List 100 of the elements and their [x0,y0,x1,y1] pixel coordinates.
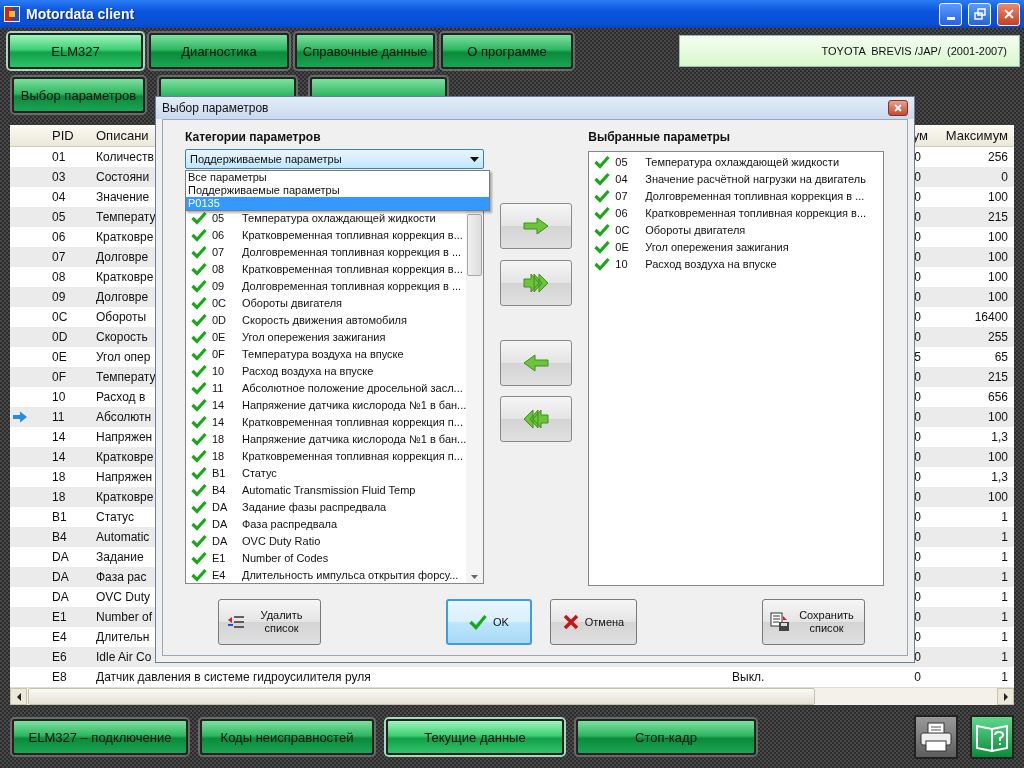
table-cell-text: 0 [914,150,922,164]
section-label: Категории параметров [185,130,322,146]
table-cell-text: 0 [914,590,922,604]
table-cell: 1 [1001,550,1008,564]
table-cell: Обороты [96,310,147,324]
table-cell-text: 0 [914,330,922,344]
table-cell: 1 [1001,590,1008,604]
table-cell-text: 0 [914,390,922,404]
table-cell: 0E [52,350,67,364]
table-cell: Кратковре [96,490,154,504]
table-cell: 1 [1001,650,1008,664]
vehicle-label: TOYOTA BREVIS /JAP/ (2001-2007) [679,35,1020,67]
table-cell: DA [52,590,69,604]
table-cell: 100 [987,410,1008,424]
table-cell-text: 0 [914,170,922,184]
table-cell: 215 [987,210,1008,224]
table-cell: Долговре [96,250,149,264]
table-cell-text: 0 [914,550,922,564]
table-cell: Напряжен [96,470,153,484]
table-cell: Угол опер [96,350,151,364]
table-cell: 1,3 [991,470,1008,484]
table-cell: Температу [96,210,156,224]
table-cell: Кратковре [96,450,154,464]
table-cell: Выкл. [732,670,765,684]
table-cell-text: 0 [914,290,922,304]
table-cell: 0D [52,330,68,344]
table-cell: 255 [987,330,1008,344]
table-cell: DA [52,570,69,584]
table-cell: 1 [1001,670,1008,684]
table-cell: 1 [1001,570,1008,584]
table-cell-text: 0 [914,670,922,684]
table-cell: 07 [52,250,66,264]
table-cell: 11 [52,410,65,424]
table-cell: E6 [52,650,67,664]
table-cell: B1 [52,510,67,524]
table-cell-text: 0 [914,490,922,504]
table-cell: B4 [52,530,67,544]
table-cell: OVC Duty [96,590,150,604]
table-cell: Длительн [96,630,150,644]
table-cell: 256 [987,150,1008,164]
table-cell: Количеств [96,150,154,164]
table-cell-text: 0 [914,450,922,464]
table-cell: 06 [52,230,66,244]
table-cell: 1 [1001,630,1008,644]
table-cell-text: 0 [914,470,922,484]
dialog-title: Выбор параметров [162,101,270,115]
table-cell: E1 [52,610,67,624]
table-cell: Статус [96,510,134,524]
table-cell: 0F [52,370,66,384]
table-cell: 03 [52,170,66,184]
table-cell: 01 [52,150,66,164]
table-cell: Долговре [96,290,149,304]
table-cell-text: 5 [914,350,922,364]
table-cell: DA [52,550,69,564]
table-cell-text: 0 [914,370,922,384]
table-cell-text: 0 [914,630,922,644]
table-cell: 10 [52,390,66,404]
section-label: Выбранные параметры [588,130,732,146]
table-cell: 215 [987,370,1008,384]
table-cell: 100 [987,290,1008,304]
table-cell: 100 [987,270,1008,284]
table-cell-text: 0 [914,210,922,224]
table-cell: 05 [52,210,66,224]
table-cell-text: 0 [914,230,922,244]
table-cell: Напряжен [96,430,153,444]
table-cell: 04 [52,190,66,204]
table-cell: Idle Air Co [96,650,152,664]
table-cell: E8 [52,670,67,684]
table-cell: 1 [1001,510,1008,524]
table-cell-text: 0 [914,610,922,624]
table-cell: Кратковре [96,270,154,284]
table-cell: 100 [987,250,1008,264]
table-cell: 656 [987,390,1008,404]
table-cell: 14 [52,430,66,444]
table-cell: 1,3 [991,430,1008,444]
table-cell-text: 0 [914,190,922,204]
table-cell: Абсолютн [96,410,152,424]
table-cell: 18 [52,470,66,484]
table-cell: Расход в [96,390,146,404]
table-cell: Задание [96,550,144,564]
table-cell: Number of [96,610,153,624]
table-cell-text: 0 [914,410,922,424]
table-cell-text: 0 [914,530,922,544]
table-cell: 09 [52,290,66,304]
table-cell: Скорость [96,330,148,344]
table-cell: Кратковре [96,230,154,244]
table-cell-text: 0 [914,310,922,324]
table-cell: Температу [96,370,156,384]
table-cell-text: 0 [914,250,922,264]
table-cell: 16400 [974,310,1008,324]
table-cell-text: 0 [914,570,922,584]
table-cell: 100 [987,230,1008,244]
table-cell: Датчик давления в системе гидроусилителя руля [96,670,371,684]
table-cell: Состояни [96,170,150,184]
table-cell: 08 [52,270,66,284]
table-cell-text: 0 [914,430,922,444]
table-cell: 1 [1001,610,1008,624]
table-cell-text: 0 [914,510,922,524]
table-cell: Значение [96,190,150,204]
table-cell: E4 [52,630,67,644]
